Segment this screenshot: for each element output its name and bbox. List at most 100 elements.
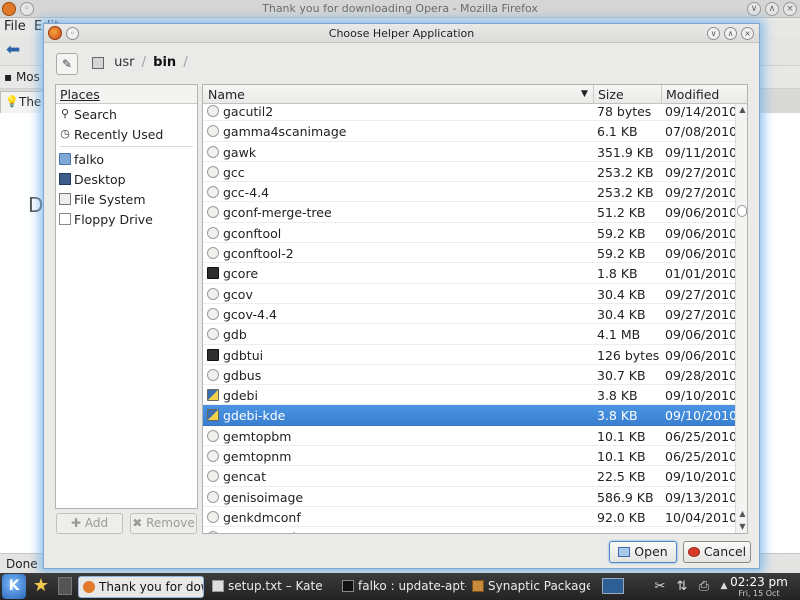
column-size[interactable]: Size — [598, 87, 624, 102]
task-kate[interactable]: setup.txt – Kate — [208, 576, 332, 598]
table-row[interactable]: gdbtui 126 bytes 09/06/2010 — [203, 345, 737, 365]
open-button[interactable]: Open — [609, 541, 677, 563]
maximize-icon[interactable]: ∧ — [765, 2, 779, 16]
file-modified: 09/27/2010 — [665, 286, 738, 302]
plus-icon: ✚ — [70, 516, 81, 530]
back-arrow-icon[interactable]: ⬅ — [6, 40, 20, 60]
browser-tab[interactable]: 💡 The — [0, 91, 44, 113]
place-search[interactable]: ⚲ Search — [56, 104, 197, 124]
file-modified: 09/06/2010 — [665, 225, 738, 241]
edit-path-button[interactable]: ✎ — [56, 53, 78, 75]
scroll-down-icon[interactable]: ▲ — [736, 508, 747, 520]
table-row[interactable]: gconf-merge-tree 51.2 KB 09/06/2010 — [203, 202, 737, 223]
table-row[interactable]: gdebi 3.8 KB 09/10/2010 — [203, 385, 737, 406]
column-modified[interactable]: Modified — [666, 87, 719, 102]
scroll-up-icon[interactable]: ▲ — [736, 104, 747, 116]
table-row[interactable]: gcore 1.8 KB 01/01/2010 — [203, 263, 737, 284]
scroll-thumb[interactable] — [737, 205, 747, 217]
place-falko[interactable]: falko — [56, 149, 197, 169]
table-row[interactable]: gcov 30.4 KB 09/27/2010 — [203, 284, 738, 304]
table-row[interactable]: gconftool-2 59.2 KB 09/06/2010 — [203, 243, 737, 264]
table-row[interactable]: gcc-4.4 253.2 KB 09/27/2010 — [203, 182, 737, 203]
scroll-down-icon[interactable]: ▼ — [736, 521, 747, 533]
sort-descending-icon[interactable]: ▼ — [581, 89, 588, 99]
vertical-scrollbar[interactable]: ▲ ▲ ▼ — [735, 104, 747, 533]
table-row[interactable]: genpresscript 3.9 KB 10/01/2010 — [203, 527, 737, 533]
remove-icon: ✖ — [132, 516, 143, 530]
table-row[interactable]: gamma4scanimage 6.1 KB 07/08/2010 — [203, 121, 737, 142]
file-name: gdbtui — [223, 347, 264, 363]
file-size: 3.9 KB — [597, 530, 638, 533]
place-file-system[interactable]: File System — [56, 189, 197, 209]
file-modified: 09/06/2010 — [665, 327, 738, 343]
file-modified: 09/28/2010 — [665, 367, 738, 383]
close-icon[interactable]: × — [783, 2, 797, 16]
file-name: gdebi — [223, 388, 258, 404]
place-floppy-drive[interactable]: Floppy Drive — [56, 209, 197, 229]
printer-icon[interactable]: ⎙ — [696, 578, 712, 595]
clock[interactable]: 02:23 pm Fri, 15 Oct — [728, 575, 790, 598]
executable-gear-icon — [207, 531, 219, 533]
file-name: genpresscript — [223, 530, 308, 533]
file-rows: gacutil2 78 bytes 09/14/2010 gamma4scanimag… — [203, 101, 738, 533]
executable-gear-icon — [207, 450, 219, 463]
table-row[interactable]: gcov-4.4 30.4 KB 09/27/2010 — [203, 304, 737, 325]
folder-open-icon — [618, 547, 631, 557]
monitor-icon[interactable] — [602, 578, 624, 594]
task-firefox[interactable]: Thank you for downloa — [78, 576, 204, 598]
add-place-button[interactable]: ✚ Add — [56, 513, 123, 534]
close-icon[interactable]: × — [741, 27, 754, 40]
place-label: Desktop — [74, 172, 126, 187]
remove-place-button[interactable]: ✖ Remove — [130, 513, 197, 534]
star-icon[interactable]: ★ — [30, 576, 52, 597]
maximize-icon[interactable]: ∧ — [724, 27, 737, 40]
executable-gear-icon — [207, 287, 219, 300]
file-modified: 06/25/2010 — [665, 449, 738, 465]
place-desktop[interactable]: Desktop — [56, 169, 197, 189]
place-recently-used[interactable]: ◷ Recently Used — [56, 124, 197, 144]
minimize-icon[interactable]: ∨ — [747, 2, 761, 16]
minimize-icon[interactable]: ∨ — [707, 27, 720, 40]
task-label: falko : update-apt-xapi — [358, 579, 466, 593]
table-row[interactable]: gacutil2 78 bytes 09/14/2010 — [203, 101, 738, 122]
column-name[interactable]: Name — [208, 87, 245, 102]
breadcrumb: usr / bin / — [92, 55, 191, 75]
executable-gear-icon — [207, 429, 219, 442]
cancel-label: Cancel — [703, 544, 747, 559]
table-row[interactable]: genkdmconf 92.0 KB 10/04/2010 — [203, 507, 737, 528]
table-row[interactable]: gencat 22.5 KB 09/10/2010 — [203, 466, 737, 487]
table-row[interactable]: gdebi-kde 3.8 KB 09/10/2010 — [203, 405, 737, 426]
kde-launcher-icon[interactable]: K — [2, 574, 26, 599]
breadcrumb-separator: / — [183, 55, 188, 70]
table-row[interactable]: gcc 253.2 KB 09/27/2010 — [203, 162, 737, 183]
file-name: gconftool-2 — [223, 246, 294, 262]
file-name: gawk — [223, 144, 257, 160]
breadcrumb-usr[interactable]: usr — [114, 55, 134, 70]
file-size: 1.8 KB — [597, 266, 638, 282]
table-row[interactable]: gemtopnm 10.1 KB 06/25/2010 — [203, 446, 738, 467]
table-row[interactable]: gconftool 59.2 KB 09/06/2010 — [203, 223, 738, 244]
table-row[interactable]: genisoimage 586.9 KB 09/13/2010 — [203, 487, 737, 507]
task-terminal[interactable]: falko : update-apt-xapi — [338, 576, 466, 598]
package-icon — [472, 580, 484, 592]
breadcrumb-bin[interactable]: bin — [153, 55, 176, 70]
bookmark-item[interactable]: ▪ Mos — [4, 70, 40, 84]
scissors-icon[interactable]: ✂ — [652, 578, 668, 595]
network-icon[interactable]: ⇅ — [674, 578, 690, 595]
executable-gear-icon — [207, 510, 219, 523]
table-row[interactable]: gawk 351.9 KB 09/11/2010 — [203, 142, 737, 162]
task-label: setup.txt – Kate — [228, 579, 323, 593]
file-name: gconftool — [223, 225, 282, 241]
table-row[interactable]: gdb 4.1 MB 09/06/2010 — [203, 324, 738, 345]
menu-file[interactable]: File — [4, 19, 26, 34]
file-modified: 09/14/2010 — [665, 104, 738, 119]
task-synaptic[interactable]: Synaptic Package Mana — [468, 576, 590, 598]
file-modified: 06/25/2010 — [665, 428, 738, 444]
show-desktop-icon[interactable] — [58, 577, 72, 595]
executable-gear-icon — [207, 307, 219, 320]
file-size: 10.1 KB — [597, 449, 646, 465]
cancel-button[interactable]: Cancel — [683, 541, 751, 563]
table-row[interactable]: gemtopbm 10.1 KB 06/25/2010 — [203, 426, 738, 447]
table-row[interactable]: gdbus 30.7 KB 09/28/2010 — [203, 365, 738, 386]
terminal-icon — [207, 267, 219, 280]
